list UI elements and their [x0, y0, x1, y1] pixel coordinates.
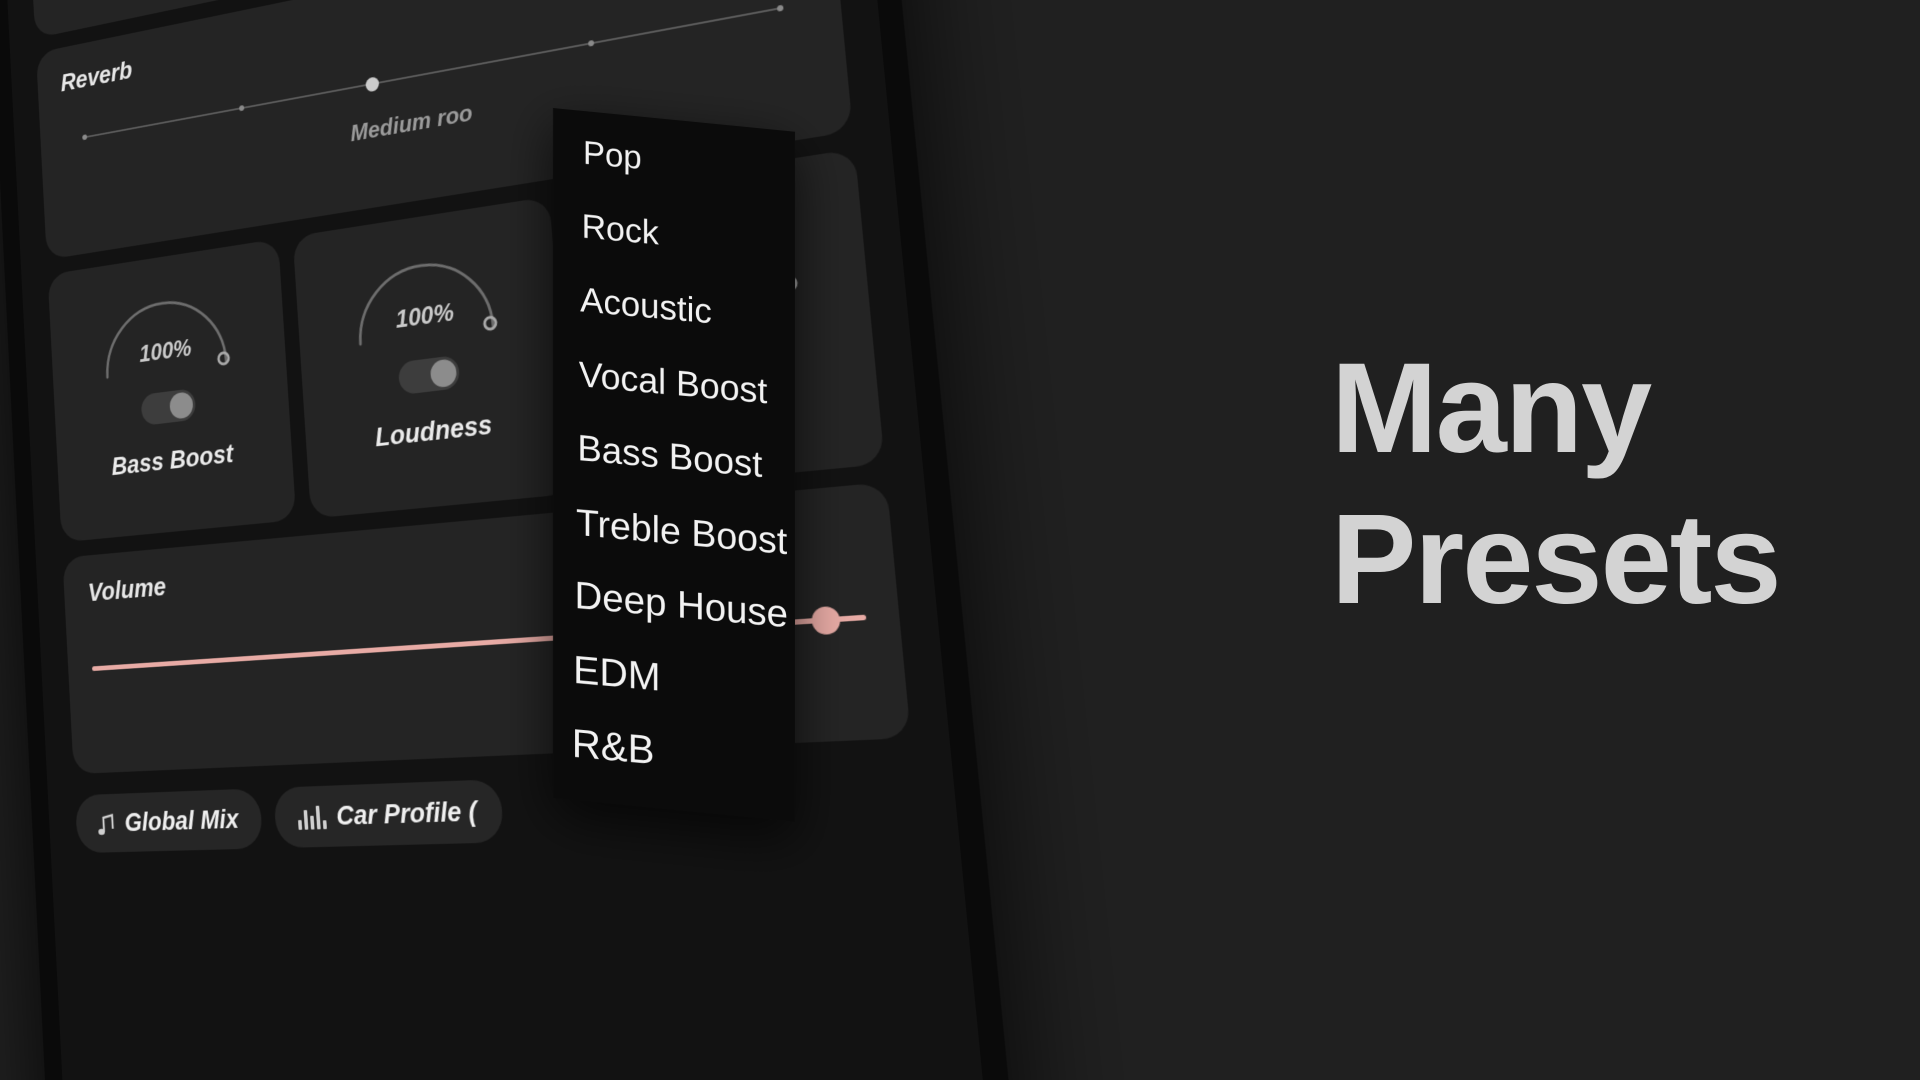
reverb-thumb[interactable] [365, 76, 380, 93]
presets-dropdown[interactable]: Pop Rock Acoustic Vocal Boost Bass Boost Treb… [553, 108, 795, 822]
loudness-toggle[interactable] [397, 354, 461, 396]
headline-line-2: Presets [1331, 488, 1782, 632]
app-content: 31621252505001k2k4k8k16k Presets Reverb [4, 0, 959, 854]
effect-card-bass-boost[interactable]: 100% Bass Boost [47, 238, 296, 543]
loudness-knob[interactable]: 100% [344, 236, 505, 353]
bass-boost-toggle[interactable] [140, 388, 197, 426]
reverb-tick [238, 104, 245, 112]
reverb-title: Reverb [60, 56, 133, 97]
music-note-icon [97, 811, 116, 836]
phone-body: 31621252505001k2k4k8k16k Presets Reverb [0, 0, 1035, 1080]
tab-global-mix-label: Global Mix [123, 804, 240, 837]
bass-boost-knob[interactable]: 100% [94, 276, 237, 386]
presets-dropdown-list: Pop Rock Acoustic Vocal Boost Bass Boost Treb… [553, 109, 795, 822]
reverb-tick [588, 39, 595, 47]
headline-line-1: Many [1331, 337, 1652, 480]
equalizer-bars-icon [297, 804, 327, 830]
volume-thumb[interactable] [810, 605, 842, 636]
loudness-label: Loudness [374, 410, 494, 453]
effect-card-loudness[interactable]: 100% Loudness [292, 196, 573, 519]
tab-car-profile-label: Car Profile ( [335, 795, 478, 831]
bass-boost-label: Bass Boost [110, 439, 235, 481]
page-title: Many Presets [1331, 333, 1782, 635]
reverb-tick [82, 134, 88, 141]
tab-global-mix[interactable]: Global Mix [74, 788, 263, 854]
phone-mockup: 31621252505001k2k4k8k16k Presets Reverb [0, 0, 1035, 1080]
tab-car-profile[interactable]: Car Profile ( [272, 779, 504, 849]
phone-screen: 31621252505001k2k4k8k16k Presets Reverb [3, 0, 1006, 1080]
reverb-tick [776, 4, 784, 12]
promo-screenshot: 31621252505001k2k4k8k16k Presets Reverb [0, 0, 1920, 1080]
